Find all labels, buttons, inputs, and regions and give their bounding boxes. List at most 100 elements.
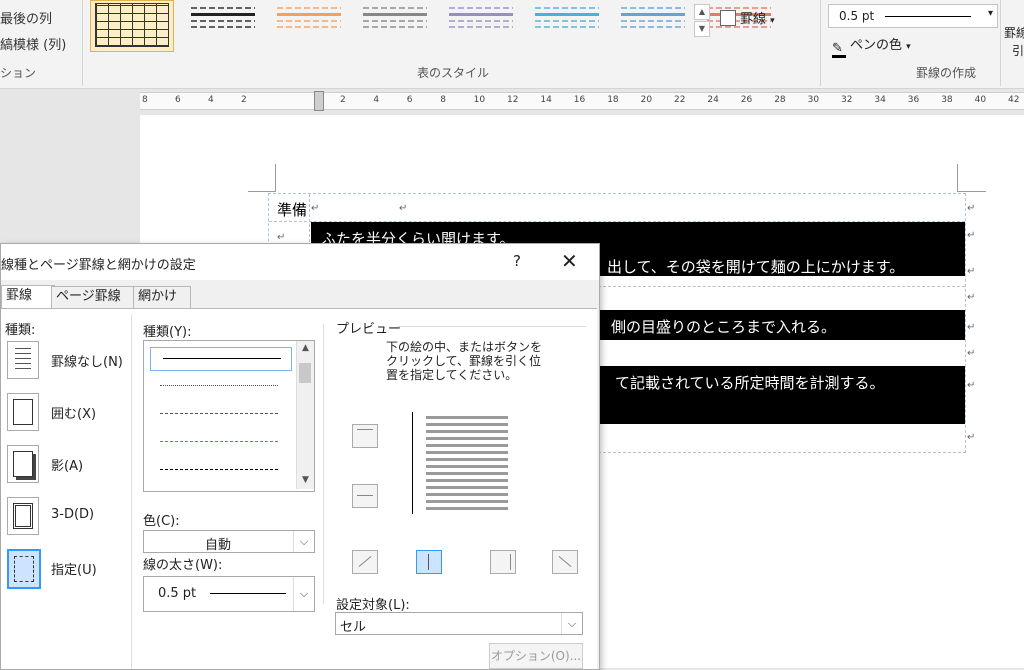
setting-3d-icon[interactable] — [7, 497, 39, 535]
preview-stripe — [426, 465, 508, 468]
preview-stripe — [426, 430, 508, 433]
ruler-tick-label: 34 — [874, 95, 886, 105]
indent-marker[interactable] — [314, 91, 324, 111]
ruler-tick-label: 8 — [440, 95, 446, 105]
ruler-tick-label: 36 — [907, 95, 920, 105]
width-line-sample — [210, 593, 286, 594]
diagonal-down-button[interactable] — [552, 550, 578, 574]
preview-area: プレビュー 下の絵の中、またはボタンを クリックして、罫線を引く位 置を指定して… — [323, 322, 596, 613]
setting-shadow-icon[interactable] — [7, 445, 39, 483]
options-button[interactable]: オプション(O)... — [489, 643, 583, 669]
group-separator — [1000, 0, 1001, 86]
pen-color-button[interactable]: ✎ ペンの色 ▾ — [832, 34, 911, 58]
borders-button[interactable]: 罫線 ▾ — [720, 8, 775, 27]
apply-to-select[interactable]: セル ⌵ — [335, 612, 583, 635]
tab-borders[interactable]: 罫線 — [1, 285, 55, 309]
pen-weight-select[interactable]: 0.5 pt ▾ — [828, 4, 998, 28]
setting-custom-label[interactable]: 指定(U) — [51, 559, 97, 578]
preview-stripe — [426, 437, 508, 440]
table-style-options-group: 最後の列 縞模様 (列) — [0, 0, 80, 62]
borders-label: 罫線 — [740, 12, 767, 27]
setting-3d-label[interactable]: 3-D(D) — [51, 507, 94, 522]
line-style-dashed-wide[interactable] — [160, 441, 278, 442]
table-style-thumb[interactable] — [616, 0, 690, 46]
table-style-thumb[interactable] — [530, 0, 604, 46]
preview-stripe — [426, 416, 508, 419]
pen-weight-value: 0.5 pt — [839, 9, 875, 23]
help-button[interactable]: ? — [513, 252, 521, 270]
preview-stripe — [426, 507, 508, 510]
setting-box-icon[interactable] — [7, 393, 39, 431]
crop-mark — [958, 191, 986, 192]
close-button[interactable]: ✕ — [561, 249, 578, 273]
table-style-thumb-lines — [535, 3, 599, 41]
dialog-title-bar[interactable]: 線種とページ罫線と網かけの設定 ? ✕ — [1, 244, 599, 280]
setting-custom-icon[interactable] — [7, 549, 41, 589]
crop-mark — [248, 191, 276, 192]
preview-stripe — [426, 500, 508, 503]
scroll-thumb[interactable] — [299, 363, 311, 383]
ruler-tick-label: 8 — [142, 95, 148, 105]
row-end-mark: ↵ — [967, 266, 976, 277]
setting-box-label[interactable]: 囲む(X) — [51, 403, 96, 422]
line-style-list[interactable]: ▲ ▼ — [143, 340, 315, 492]
draw-table-button-label[interactable]: 罫線 — [1004, 24, 1024, 41]
horizontal-ruler[interactable]: 8 6 4 2 2 4 6 8 10 12 14 16 18 20 22 24 26 28 30 32 34 36 38 40… — [140, 91, 1024, 111]
top-border-button[interactable] — [352, 424, 378, 448]
table-style-thumb-lines — [363, 3, 427, 41]
row-end-mark: ↵ — [967, 203, 976, 214]
inside-horizontal-button[interactable] — [352, 484, 378, 508]
chevron-down-icon: ▾ — [770, 16, 775, 26]
line-style-dash-dot[interactable] — [160, 469, 278, 470]
scroll-down-icon[interactable]: ▼ — [297, 475, 314, 485]
inside-vertical-button[interactable] — [416, 550, 442, 574]
ruler-tick-label: 10 — [473, 95, 486, 105]
line-style-dashed[interactable] — [160, 413, 278, 414]
ruler-tick-label: 18 — [607, 95, 619, 105]
grid-thumb-lines — [95, 3, 169, 47]
group-separator — [820, 0, 821, 86]
table-style-thumb[interactable] — [272, 0, 346, 46]
banded-columns-option[interactable]: 縞模様 (列) — [0, 34, 66, 53]
width-label: 線の太さ(W): — [143, 558, 223, 573]
group-separator — [82, 0, 83, 86]
setting-shadow-label[interactable]: 影(A) — [51, 455, 83, 474]
ruler-tick-label: 6 — [406, 95, 413, 105]
preview-diagram[interactable] — [412, 408, 516, 518]
tab-shading[interactable]: 網かけ — [133, 286, 191, 308]
step1b-text: 出して、その袋を開けて麺の上にかけます。 — [607, 258, 905, 276]
gallery-up-icon[interactable]: ▲ — [694, 4, 710, 20]
cell-end-mark: ↵ — [399, 203, 408, 214]
preview-instruction-line: 置を指定してください。 — [386, 368, 518, 382]
setting-none-icon[interactable] — [7, 341, 39, 379]
ruler-tick-label: 26 — [740, 95, 753, 105]
step2-text: 側の目盛りのところまで入れる。 — [611, 318, 837, 336]
ruler-tick-label: 24 — [707, 95, 719, 105]
table-style-thumb[interactable] — [444, 0, 518, 46]
line-style-scrollbar[interactable]: ▲ ▼ — [296, 341, 314, 489]
last-column-option[interactable]: 最後の列 — [0, 8, 52, 27]
right-border-button[interactable] — [490, 550, 516, 574]
table-cell-label[interactable]: 準備 — [277, 199, 307, 220]
chevron-down-icon: ⌵ — [293, 531, 314, 552]
panel-divider — [131, 315, 132, 669]
diagonal-up-button[interactable] — [352, 550, 378, 574]
line-style-dotted[interactable] — [160, 385, 278, 386]
table-style-thumb[interactable] — [186, 0, 260, 46]
tab-page-border[interactable]: ページ罫線 — [51, 286, 137, 308]
table-style-thumb[interactable] — [358, 0, 432, 46]
width-value: 0.5 pt — [158, 586, 197, 601]
color-select[interactable]: 自動 ⌵ — [143, 530, 315, 553]
setting-none-label[interactable]: 罫線なし(N) — [51, 351, 123, 370]
line-style-solid[interactable] — [150, 347, 292, 371]
gallery-more-icon[interactable]: ▼ — [694, 21, 710, 37]
width-select[interactable]: 0.5 pt ⌵ — [143, 576, 315, 612]
preview-label: プレビュー — [336, 322, 402, 337]
scroll-up-icon[interactable]: ▲ — [297, 343, 314, 353]
preview-stripe — [426, 472, 508, 475]
ruler-tick-label: 28 — [774, 95, 786, 105]
gallery-scroll: ▲ ▼ — [694, 4, 710, 50]
row-end-mark: ↵ — [967, 380, 976, 391]
table-style-thumb-lines — [191, 3, 255, 41]
table-style-grid[interactable] — [90, 0, 174, 52]
